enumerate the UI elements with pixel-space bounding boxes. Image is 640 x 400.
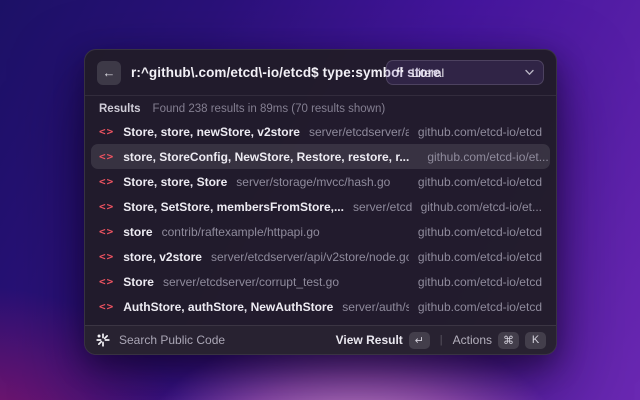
chevron-down-icon — [525, 69, 534, 76]
results-summary: Found 238 results in 89ms (70 results sh… — [152, 102, 386, 115]
repo-name: github.com/etcd-io/etcd — [417, 274, 542, 289]
code-symbol-icon: <> — [99, 300, 115, 313]
footer-bar: Search Public Code View Result ↵ | Actio… — [85, 325, 556, 354]
symbol-names: store — [123, 224, 153, 239]
actions-label: Actions — [452, 333, 492, 347]
result-row[interactable]: <> Store, store, Store server/storage/mvcc… — [91, 169, 550, 194]
file-path: contrib/raftexample/httpapi.go — [161, 224, 320, 239]
back-button[interactable]: ← — [97, 60, 121, 85]
search-input[interactable]: r:^github\.com/etcd\-io/etcd$ type:symbo… — [131, 65, 441, 80]
repo-name: github.com/etcd-io/etcd — [417, 299, 542, 314]
symbol-names: Store — [123, 274, 154, 289]
app-name-label: Search Public Code — [119, 333, 226, 347]
pattern-type-value: Literal — [411, 65, 445, 80]
code-symbol-icon: <> — [99, 125, 115, 138]
search-modal: ← r:^github\.com/etcd\-io/etcd$ type:sym… — [84, 49, 557, 355]
result-row[interactable]: <> Store, store, newStore, v2store server/… — [91, 119, 550, 144]
quote-icon: “ — [396, 63, 405, 83]
symbol-names: Store, store, Store — [123, 174, 228, 189]
code-symbol-icon: <> — [99, 150, 115, 163]
back-arrow-icon: ← — [102, 65, 116, 80]
search-bar: ← r:^github\.com/etcd\-io/etcd$ type:sym… — [85, 50, 556, 96]
command-key-icon: ⌘ — [498, 331, 519, 349]
return-key-icon: ↵ — [408, 331, 430, 349]
result-row[interactable]: <> store contrib/raftexample/httpapi.go git… — [91, 219, 550, 244]
repo-name: github.com/etcd-io/etcd — [417, 124, 542, 139]
symbol-names: store, v2store — [123, 249, 202, 264]
pattern-type-dropdown[interactable]: “ Literal — [386, 60, 544, 85]
footer-divider: | — [439, 334, 443, 346]
view-result-label: View Result — [335, 333, 403, 347]
repo-name: github.com/etcd-io/et... — [420, 199, 542, 214]
code-symbol-icon: <> — [99, 275, 115, 288]
repo-name: github.com/etcd-io/etcd — [417, 224, 542, 239]
result-row[interactable]: <> store, v2store server/etcdserver/api/v2… — [91, 244, 550, 269]
file-path: server/etcdserver/api/v2store/node.go — [210, 249, 409, 264]
result-row[interactable]: <> Store, SetStore, membersFromStore,... s… — [91, 194, 550, 219]
result-row[interactable]: <> Store server/etcdserver/corrupt_test.go… — [91, 269, 550, 294]
k-key-icon: K — [525, 331, 546, 349]
result-row[interactable]: <> store, StoreConfig, NewStore, Restore,… — [91, 144, 550, 169]
results-list: <> Store, store, newStore, v2store server/… — [85, 116, 556, 344]
repo-name: github.com/etcd-io/etcd — [417, 174, 542, 189]
file-path: server/storage/mvcc/hash.go — [236, 174, 391, 189]
result-row[interactable]: <> AuthStore, authStore, NewAuthStore serv… — [91, 294, 550, 319]
spark-logo-icon[interactable] — [95, 332, 111, 348]
results-header: Results Found 238 results in 89ms (70 re… — [85, 96, 556, 116]
file-path: server/etcdserver/corrupt_test.go — [162, 274, 340, 289]
view-result-button[interactable]: View Result ↵ — [335, 331, 430, 349]
actions-button[interactable]: Actions ⌘ K — [452, 331, 546, 349]
file-path: server/etcdserver/api/v2store/store.go — [308, 124, 409, 139]
file-path: server/etcdserver/api/membership/cluste.… — [352, 199, 412, 214]
repo-name: github.com/etcd-io/etcd — [417, 249, 542, 264]
symbol-names: Store, store, newStore, v2store — [123, 124, 300, 139]
code-symbol-icon: <> — [99, 250, 115, 263]
code-symbol-icon: <> — [99, 225, 115, 238]
results-label: Results — [99, 102, 141, 115]
code-symbol-icon: <> — [99, 175, 115, 188]
repo-name: github.com/etcd-io/et... — [427, 149, 549, 164]
symbol-names: store, StoreConfig, NewStore, Restore, r… — [123, 149, 410, 164]
symbol-names: AuthStore, authStore, NewAuthStore — [123, 299, 334, 314]
file-path: server/auth/store.go — [342, 299, 409, 314]
code-symbol-icon: <> — [99, 200, 115, 213]
symbol-names: Store, SetStore, membersFromStore,... — [123, 199, 344, 214]
